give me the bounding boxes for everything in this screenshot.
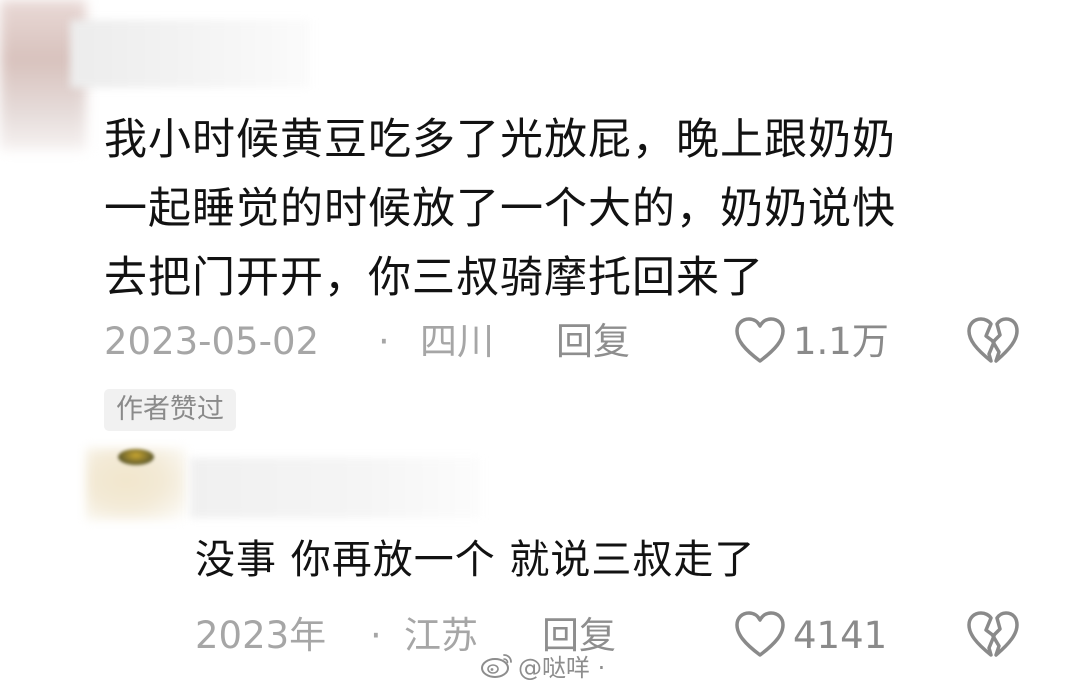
comment-line: 去把门开开，你三叔骑摩托回来了 (104, 253, 764, 303)
comment-region: 四川 (420, 320, 494, 363)
comment-line: 我小时候黄豆吃多了光放屁，晚上跟奶奶 (104, 115, 896, 165)
commenter-username[interactable] (70, 20, 310, 88)
broken-heart-icon[interactable] (966, 316, 1020, 366)
meta-separator: · (378, 320, 390, 363)
reply-text: 没事 你再放一个 就说三叔走了 (195, 537, 756, 583)
reply-date: 2023年 (195, 614, 327, 657)
meta-separator: · (370, 614, 382, 657)
comment-date: 2023-05-02 (104, 320, 320, 363)
watermark-text: @哒咩 · (518, 653, 606, 682)
broken-heart-icon[interactable] (966, 610, 1020, 660)
reply-region: 江苏 (404, 614, 478, 657)
comment-text: 我小时候黄豆吃多了光放屁，晚上跟奶奶 一起睡觉的时候放了一个大的，奶奶说快 去把… (104, 106, 1044, 313)
comment-like-count: 1.1万 (793, 320, 889, 363)
heart-outline-icon[interactable] (734, 316, 786, 366)
author-liked-badge: 作者赞过 (104, 389, 236, 431)
replier-avatar-image (118, 449, 154, 465)
replier-username[interactable] (190, 458, 480, 518)
heart-outline-icon[interactable] (734, 610, 786, 660)
weibo-watermark: @哒咩 · (480, 648, 605, 682)
comment-line: 一起睡觉的时候放了一个大的，奶奶说快 (104, 184, 896, 234)
reply-like-count: 4141 (793, 614, 888, 657)
weibo-logo-icon (481, 654, 512, 678)
comment-reply-button[interactable]: 回复 (556, 320, 630, 364)
